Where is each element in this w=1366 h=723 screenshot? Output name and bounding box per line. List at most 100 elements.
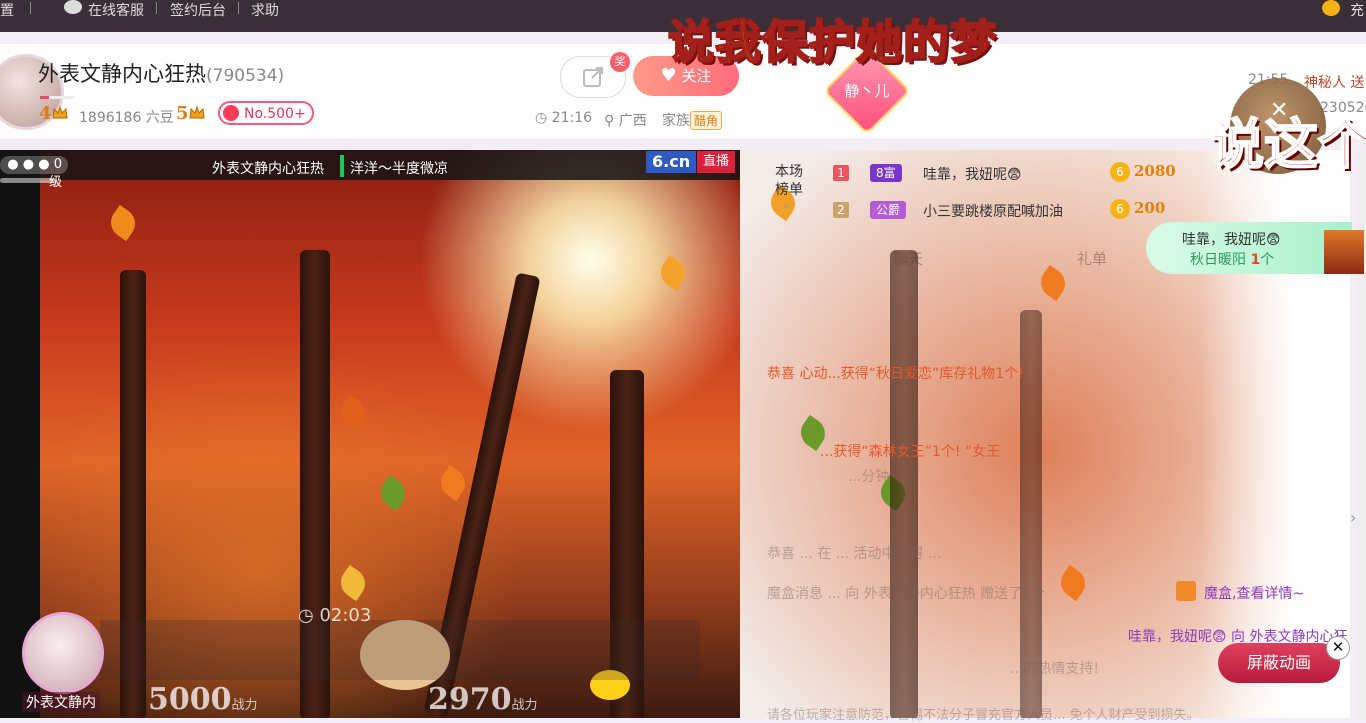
viewer-level: ● ● ● 0级 — [0, 156, 68, 190]
tab-gift-list[interactable]: 礼单 — [1077, 248, 1107, 269]
family-tag[interactable]: 醋角 — [690, 111, 723, 130]
chat-message: 魔盒消息 ... 向 外表文静内心狂热 赠送了1个 — [767, 586, 1046, 602]
gift-popup: 哇靠，我妞呢😨 秋日暖阳 1个 — [1146, 222, 1352, 274]
pk-timer: ◷ 02:03 — [298, 605, 371, 626]
maple-leaf — [1054, 564, 1092, 602]
rank-text: No.500+ — [244, 106, 306, 122]
notice-text: 神秘人 送 — [1304, 75, 1365, 91]
coin-icon: 6 — [1110, 199, 1130, 219]
rank-badge[interactable]: No.500+ — [218, 101, 314, 125]
rank-row-1-name[interactable]: 哇靠，我妞呢😨 — [923, 164, 1022, 184]
chat-message: 恭喜 ... 在 ... 活动中获得 ... — [767, 546, 942, 562]
chevron-down-icon[interactable]: ⌄ — [781, 197, 792, 212]
pk-left-score-value: 5000 — [148, 682, 232, 717]
wealth-level: 4 — [39, 103, 68, 124]
location-pin-icon: ⚲ — [604, 113, 615, 129]
crown-icon — [51, 106, 68, 119]
gift-popup-count: 1 — [1250, 252, 1261, 268]
maple-leaf — [334, 564, 372, 602]
crown-icon — [188, 106, 205, 119]
rank-row-2-num: 2 — [833, 202, 849, 218]
chat-link-magic-box[interactable]: 魔盒,查看详情~ — [1204, 583, 1304, 603]
chat-message: ...的热情支持! — [1010, 661, 1099, 677]
pk-right-unit: 战力 — [511, 698, 538, 713]
headset-icon — [64, 0, 82, 14]
rank-row-2-badge: 公爵 — [870, 201, 907, 219]
coin-icon — [1322, 0, 1340, 16]
pk-right-score: 2970战力 — [428, 682, 538, 717]
gift-popup-unit: 个 — [1260, 252, 1275, 268]
chat-message: 恭喜 心动...获得“秋日爱恋”库存礼物1个! — [767, 366, 1024, 382]
top-link-service[interactable]: 在线客服 — [88, 0, 144, 20]
maple-leaf — [654, 254, 692, 292]
pk-bar — [100, 620, 700, 680]
chat-system-notice: 请各位玩家注意防范，警惕不法分子冒充官方人员... 免个人财产受到损失。 — [767, 708, 1200, 723]
level-progress-fill — [40, 96, 49, 99]
divider — [30, 2, 31, 14]
pk-left-unit: 战力 — [231, 698, 258, 713]
flame-icon — [223, 105, 239, 121]
shield-animation-button[interactable]: 屏蔽动画 — [1218, 643, 1340, 683]
magic-box-icon — [1176, 581, 1196, 601]
top-link-settings[interactable]: 置 — [0, 0, 14, 20]
rank-board-title[interactable]: 本场榜单 — [770, 163, 808, 199]
video-song: 洋洋～半度微凉 — [350, 161, 448, 177]
divider — [156, 2, 157, 14]
rank-row-2-value: 200 — [1134, 199, 1166, 217]
wealth-level-value: 4 — [39, 103, 52, 124]
location: ⚲ 广西 — [604, 110, 647, 130]
video-streamer-name: 外表文静内心狂热 — [212, 161, 324, 177]
tab-chat[interactable]: 聊天 — [893, 248, 923, 269]
barrage-caption-right: 说这个 — [1209, 112, 1366, 177]
maple-leaf — [1034, 264, 1072, 302]
bean-count: 1896186 六豆 — [79, 110, 174, 126]
top-link-help[interactable]: 求助 — [251, 0, 279, 20]
star-level-value: 5 — [176, 103, 189, 124]
pk-right-score-value: 2970 — [428, 682, 512, 717]
barrage-caption: 说我保护她的梦 — [667, 14, 997, 70]
pk-anchor-name: 外表文静内 — [22, 692, 100, 712]
top-link-recharge[interactable]: 充 — [1350, 0, 1364, 20]
chat-message: ...获得“森林女王”1个! “女王 — [820, 444, 1001, 460]
rank-row-2-name[interactable]: 小三要跳楼原配喊加油 — [923, 201, 1063, 221]
location-value: 广西 — [618, 113, 647, 129]
clock-icon: ◷ — [298, 605, 320, 626]
pk-timer-value: 02:03 — [319, 605, 372, 626]
pk-anchor-avatar[interactable] — [22, 612, 104, 694]
chat-message: ...分钟! — [848, 469, 895, 485]
maple-leaf — [104, 204, 142, 242]
share-icon — [583, 67, 603, 87]
gift-popup-gift-line: 秋日暖阳 1个 — [1190, 249, 1274, 269]
gift-popup-gift-name: 秋日暖阳 — [1190, 252, 1246, 268]
pk-left-score: 5000战力 — [148, 682, 258, 717]
family[interactable]: 家族 醋角 — [662, 110, 723, 130]
family-label: 家族 — [662, 113, 690, 129]
coin-icon: 6 — [1110, 162, 1130, 182]
video-divider — [340, 155, 344, 177]
drop-icons: ● ● ● — [7, 157, 54, 172]
video-player[interactable] — [0, 150, 740, 718]
anchor-name: 外表文静内心狂热 — [38, 62, 206, 86]
star-level: 5 — [176, 103, 205, 124]
anchor-title: 外表文静内心狂热(790534) — [38, 58, 284, 88]
gift-popup-sender-line: 哇靠，我妞呢😨 — [1182, 232, 1281, 248]
level-progress — [40, 96, 74, 99]
chevron-right-icon[interactable]: › — [1350, 508, 1356, 527]
rank-row-1-badge: 8富 — [870, 164, 902, 182]
clock-icon: ◷ — [535, 110, 548, 126]
top-link-sign-backend[interactable]: 签约后台 — [170, 0, 226, 20]
site-logo: 6.cn — [646, 151, 697, 173]
gift-thumbnail — [1324, 230, 1364, 274]
close-icon[interactable]: ✕ — [1326, 636, 1350, 660]
rank-row-1-num: 1 — [833, 165, 849, 181]
rank-row-1-value: 2080 — [1134, 162, 1176, 180]
share-reward-badge: 奖 — [610, 52, 630, 72]
room-id: (790534) — [206, 66, 285, 86]
stream-time: ◷ 21:16 — [535, 110, 592, 126]
maple-leaf — [434, 464, 472, 502]
divider — [238, 2, 239, 14]
live-badge: 直播 — [697, 151, 736, 173]
maple-leaf — [374, 474, 412, 512]
maple-leaf — [334, 394, 372, 432]
stream-time-value: 21:16 — [551, 110, 593, 126]
